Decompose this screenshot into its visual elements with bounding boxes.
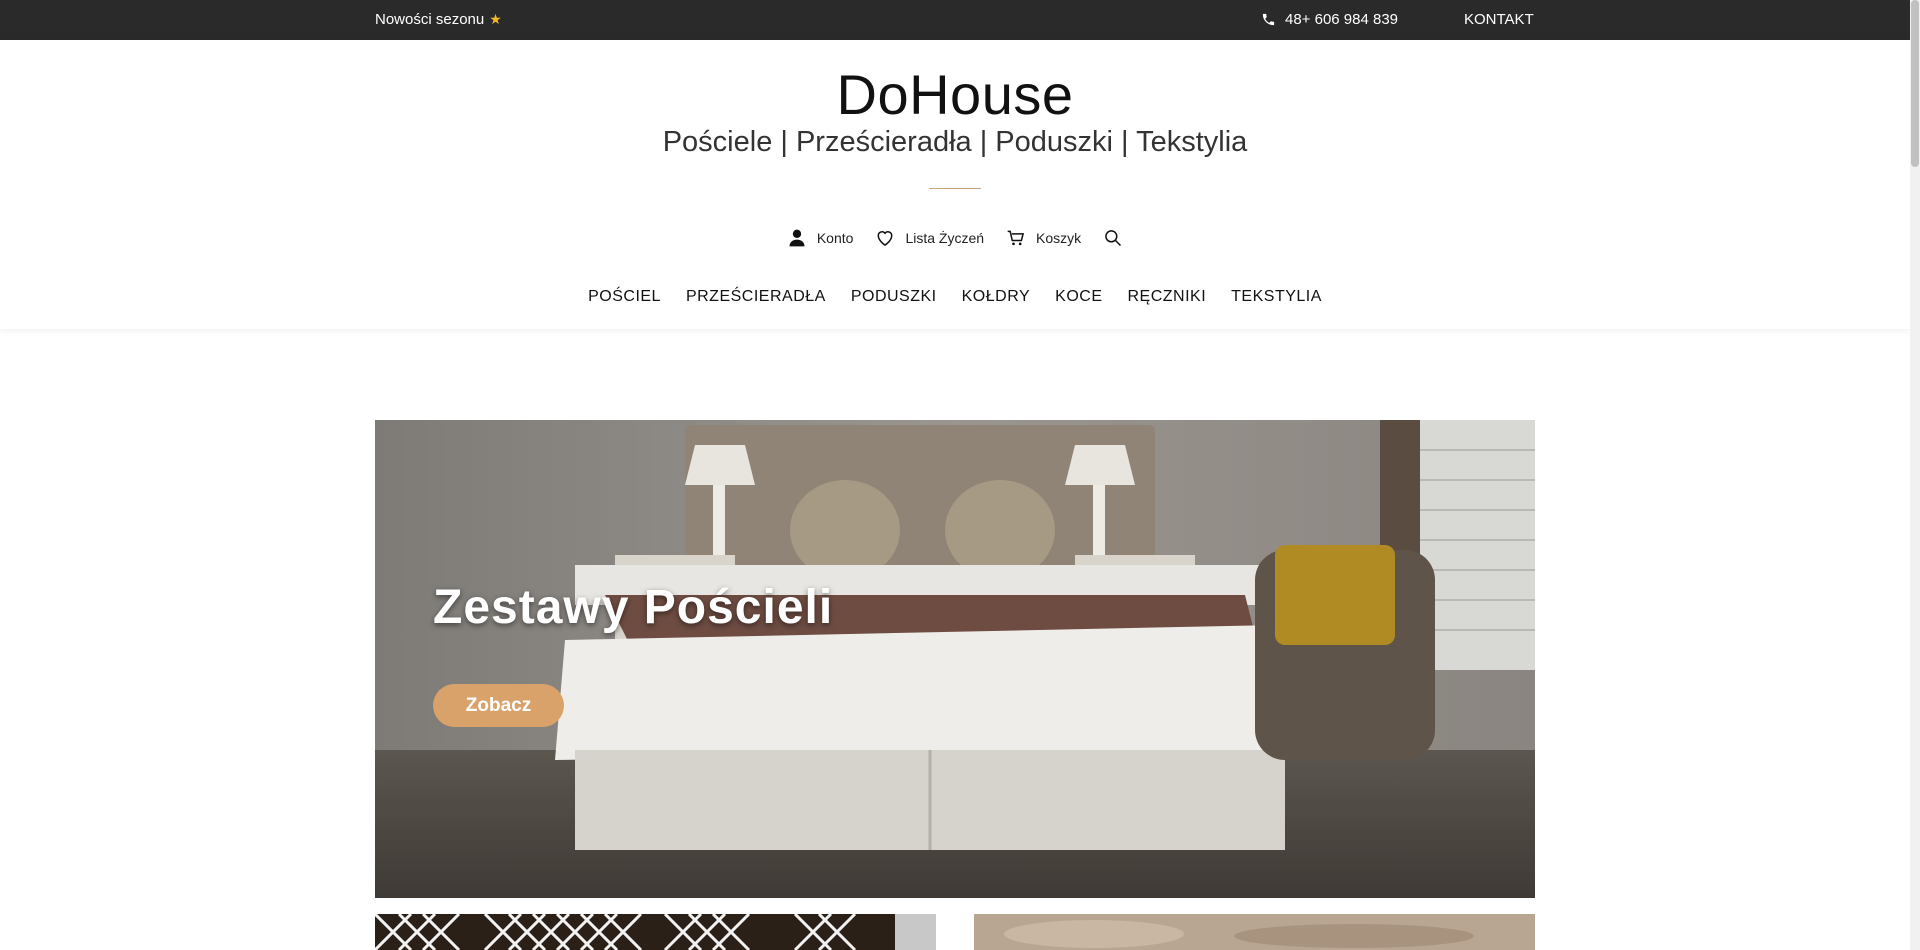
utility-nav: Konto Lista Życzeń Koszyk [0,228,1910,248]
site-logo[interactable]: DoHouse [0,62,1910,127]
phone-number: 48+ 606 984 839 [1285,11,1399,28]
account-label: Konto [816,230,854,246]
hero-title: Zestawy Pościeli [433,581,834,634]
category-tile-left[interactable] [375,914,936,950]
category-tile-right[interactable] [974,914,1535,950]
nav-item-koldry[interactable]: KOŁDRY [962,288,1031,306]
wishlist-link[interactable]: Lista Życzeń [875,228,984,248]
wishlist-label: Lista Życzeń [905,230,985,246]
phone-icon [1262,13,1275,26]
search-icon [1105,230,1122,247]
nav-item-przescieradla[interactable]: PRZEŚCIERADŁA [686,288,826,306]
cart-link[interactable]: Koszyk [1006,228,1081,248]
account-link[interactable]: Konto [787,228,854,248]
bedroom-hero-image [375,420,1535,898]
phone-contact[interactable]: 48+ 606 984 839 [1261,11,1398,28]
scrollbar-thumb[interactable] [1911,0,1919,167]
nav-item-reczniki[interactable]: RĘCZNIKI [1127,288,1206,306]
hero-banner[interactable]: Zestawy Pościeli Zobacz [375,420,1535,898]
star-icon: ★ [489,11,502,27]
search-button[interactable] [1103,228,1123,248]
nav-item-tekstylia[interactable]: TEKSTYLIA [1231,288,1322,306]
user-icon [789,229,805,247]
top-bar: Nowości sezonu ★ 48+ 606 984 839 KONTAKT [0,0,1910,40]
nav-item-koce[interactable]: KOCE [1055,288,1102,306]
season-promo-label: Nowości sezonu [375,11,485,28]
site-tagline: Pościele | Prześcieradła | Poduszki | Te… [662,126,1248,158]
site-header: DoHouse Pościele | Prześcieradła | Podus… [0,40,1910,329]
pattern-image [375,914,936,950]
hero-cta-button[interactable]: Zobacz [433,684,564,727]
main-nav: POŚCIEL PRZEŚCIERADŁA PODUSZKI KOŁDRY KO… [0,288,1910,306]
fur-blanket-image [974,914,1535,950]
nav-item-poduszki[interactable]: PODUSZKI [851,288,937,306]
cart-label: Koszyk [1036,230,1082,246]
season-promo[interactable]: Nowości sezonu ★ [375,11,502,28]
contact-link[interactable]: KONTAKT [1464,11,1534,28]
heart-icon [878,231,893,246]
cart-icon [1007,230,1025,246]
nav-item-posciel[interactable]: POŚCIEL [588,288,661,306]
page-scrollbar[interactable] [1910,0,1920,950]
header-divider [929,188,981,189]
